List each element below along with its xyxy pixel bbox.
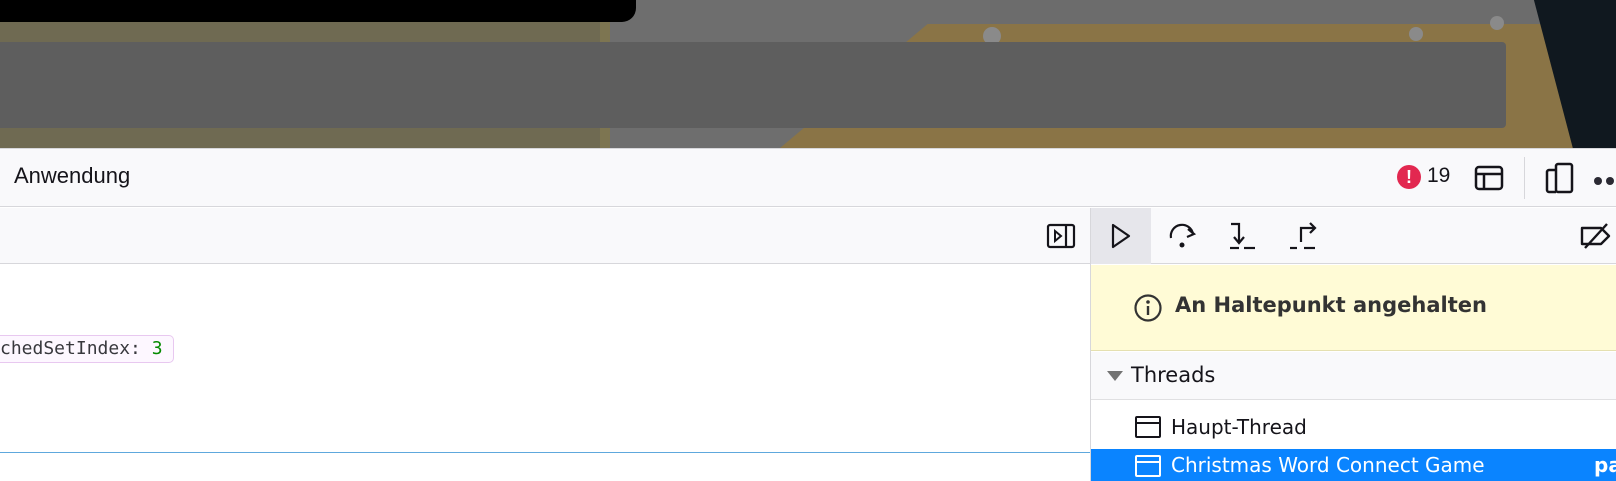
devtools-tabbar: Anwendung 19 [0,149,1616,207]
thread-state-label: pa [1594,453,1616,477]
expand-triangle-icon [1107,371,1123,381]
game-overlay-bar [0,42,1506,128]
resume-icon [1111,223,1131,249]
threads-title: Threads [1131,363,1216,387]
thread-item-main[interactable]: Haupt-Thread [1091,407,1616,447]
debugger-command-bar [1091,208,1616,264]
source-editor[interactable] [0,265,1090,481]
editor-highlight-line [0,452,1090,453]
preview-value: 3 [151,338,163,359]
dock-layout-icon[interactable] [1474,163,1504,193]
toolbar-separator [1524,157,1525,199]
tab-application[interactable]: Anwendung [14,163,130,189]
step-over-icon[interactable] [1167,220,1199,252]
variable-preview-tooltip: chedSetIndex: 3 [0,335,174,363]
responsive-design-icon[interactable] [1544,161,1576,195]
step-in-icon[interactable] [1227,220,1259,252]
error-icon[interactable] [1397,165,1421,189]
paused-banner: An Haltepunkt angehalten [1091,265,1616,351]
game-dot [1409,27,1423,41]
preview-key: chedSetIndex: [0,338,152,359]
paused-message: An Haltepunkt angehalten [1175,293,1487,317]
page-content-area [0,0,1616,148]
overflow-menu-icon[interactable] [1594,177,1602,185]
game-dot [1490,16,1504,30]
toggle-sidebar-icon[interactable] [1046,222,1076,250]
thread-item-selected[interactable]: Christmas Word Connect Game pa [1091,449,1616,481]
thread-label: Christmas Word Connect Game [1171,453,1485,477]
deactivate-breakpoints-icon[interactable] [1579,220,1613,252]
editor-toolbar [0,208,1090,264]
step-out-icon[interactable] [1287,220,1319,252]
threads-accordion-header[interactable]: Threads [1091,352,1616,400]
thread-label: Haupt-Thread [1171,415,1307,439]
info-icon [1134,294,1162,322]
window-icon [1135,416,1161,438]
game-top-bar [0,0,636,22]
devtools-toolbox: Anwendung 19 chedSetIndex: 3 [0,148,1616,481]
window-icon [1135,455,1161,477]
resume-button[interactable] [1091,208,1151,264]
error-count[interactable]: 19 [1427,164,1450,188]
